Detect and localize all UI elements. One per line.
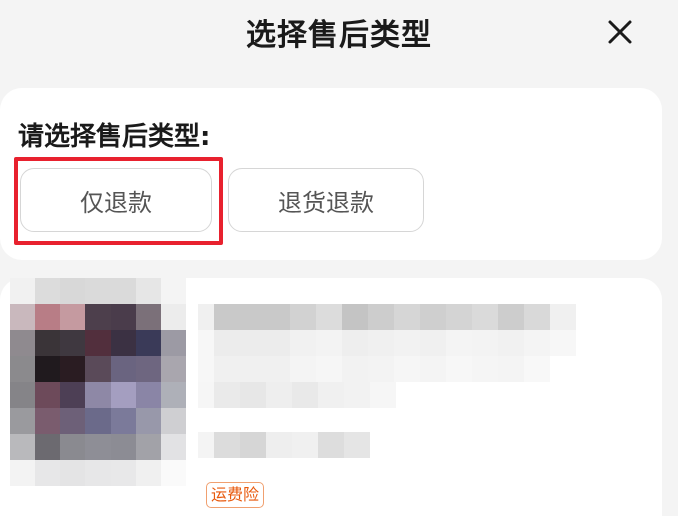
dialog-title: 选择售后类型 [246, 18, 432, 53]
return-and-refund-button[interactable]: 退货退款 [228, 168, 424, 232]
dialog-header: 选择售后类型 [0, 0, 678, 68]
product-name-blurred [198, 330, 576, 356]
product-spec-blurred [198, 382, 396, 408]
product-card: 运费险 [0, 278, 662, 516]
shipping-insurance-badge: 运费险 [206, 482, 265, 508]
refund-type-card: 请选择售后类型: 仅退款 退货退款 [0, 88, 662, 260]
product-spec-blurred [198, 356, 550, 382]
product-name-blurred [198, 304, 576, 330]
product-price-blurred [198, 432, 370, 458]
refund-only-button[interactable]: 仅退款 [20, 168, 212, 232]
product-thumbnail [10, 278, 186, 486]
close-icon[interactable] [602, 14, 638, 50]
refund-type-label: 请选择售后类型: [18, 122, 211, 152]
